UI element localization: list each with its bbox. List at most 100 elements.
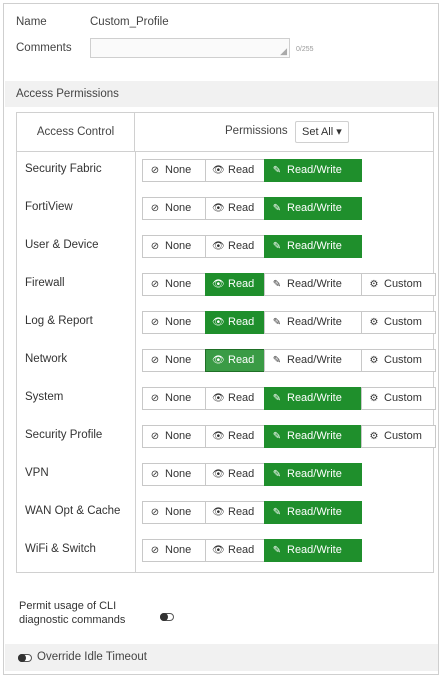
read-write-label: Read/Write xyxy=(287,506,342,518)
comments-char-counter: 0/255 xyxy=(296,46,314,53)
permission-row-label: VPN xyxy=(25,467,49,479)
eye-icon: 👁 xyxy=(212,431,225,442)
read-write-button[interactable]: ✎ Read/Write xyxy=(264,197,362,220)
override-idle-timeout-toggle[interactable] xyxy=(18,654,32,662)
eye-icon: 👁 xyxy=(212,165,225,176)
read-write-label: Read/Write xyxy=(287,468,342,480)
custom-button[interactable]: ⚙ Custom xyxy=(361,387,436,410)
pencil-icon: ✎ xyxy=(272,241,282,252)
custom-button[interactable]: ⚙ Custom xyxy=(361,349,436,372)
permission-row: System ⊘ None 👁 Read ✎ Read/Write ⚙ Custom xyxy=(17,380,436,418)
permission-row: WiFi & Switch ⊘ None 👁 Read ✎ Read/Write xyxy=(17,532,433,570)
read-button[interactable]: 👁 Read xyxy=(205,197,265,220)
read-button[interactable]: 👁 Read xyxy=(205,311,265,334)
pencil-icon: ✎ xyxy=(272,393,282,404)
none-button[interactable]: ⊘ None xyxy=(142,501,206,524)
none-button[interactable]: ⊘ None xyxy=(142,159,206,182)
eye-icon: 👁 xyxy=(212,393,225,404)
pencil-icon: ✎ xyxy=(272,203,282,214)
read-write-label: Read/Write xyxy=(287,164,342,176)
permission-row-label: FortiView xyxy=(25,201,73,213)
set-all-dropdown[interactable]: Set All ▾ xyxy=(295,121,349,143)
eye-icon: 👁 xyxy=(212,355,225,366)
no-entry-icon: ⊘ xyxy=(150,431,160,442)
permission-row: Security Profile ⊘ None 👁 Read ✎ Read/Write ⚙ Cu… xyxy=(17,418,436,456)
read-label: Read xyxy=(228,278,255,290)
custom-button[interactable]: ⚙ Custom xyxy=(361,311,436,334)
permission-row-label: Security Profile xyxy=(25,429,103,441)
read-button[interactable]: 👁 Read xyxy=(205,425,265,448)
gear-icon: ⚙ xyxy=(369,355,379,366)
gear-icon: ⚙ xyxy=(369,431,379,442)
permission-row: Security Fabric ⊘ None 👁 Read ✎ Read/Write xyxy=(17,152,433,190)
permission-row: WAN Opt & Cache ⊘ None 👁 Read ✎ Read/Write xyxy=(17,494,433,532)
cli-label-line-1: Permit usage of CLI xyxy=(19,600,117,612)
read-button[interactable]: 👁 Read xyxy=(205,463,265,486)
custom-button[interactable]: ⚙ Custom xyxy=(361,273,436,296)
read-write-label: Read/Write xyxy=(287,392,342,404)
read-write-button[interactable]: ✎ Read/Write xyxy=(264,159,362,182)
pencil-icon: ✎ xyxy=(272,545,282,556)
no-entry-icon: ⊘ xyxy=(150,165,160,176)
gear-icon: ⚙ xyxy=(369,393,379,404)
read-write-button[interactable]: ✎ Read/Write xyxy=(264,425,362,448)
none-button[interactable]: ⊘ None xyxy=(142,235,206,258)
read-write-button[interactable]: ✎ Read/Write xyxy=(264,273,362,296)
no-entry-icon: ⊘ xyxy=(150,279,160,290)
read-label: Read xyxy=(228,202,255,214)
eye-icon: 👁 xyxy=(212,507,225,518)
read-button[interactable]: 👁 Read xyxy=(205,273,265,296)
no-entry-icon: ⊘ xyxy=(150,393,160,404)
read-write-label: Read/Write xyxy=(287,430,342,442)
eye-icon: 👁 xyxy=(212,469,225,480)
none-button[interactable]: ⊘ None xyxy=(142,425,206,448)
read-write-label: Read/Write xyxy=(287,544,342,556)
resize-grip-icon[interactable]: ◢ xyxy=(280,46,287,56)
read-button[interactable]: 👁 Read xyxy=(205,501,265,524)
read-write-button[interactable]: ✎ Read/Write xyxy=(264,463,362,486)
cli-diagnostic-toggle[interactable] xyxy=(160,613,174,621)
read-label: Read xyxy=(228,164,255,176)
permission-row-label: Firewall xyxy=(25,277,65,289)
read-write-button[interactable]: ✎ Read/Write xyxy=(264,501,362,524)
none-button[interactable]: ⊘ None xyxy=(142,311,206,334)
comments-textarea[interactable]: ◢ xyxy=(90,38,290,58)
read-button[interactable]: 👁 Read xyxy=(205,235,265,258)
none-button[interactable]: ⊘ None xyxy=(142,273,206,296)
eye-icon: 👁 xyxy=(212,317,225,328)
none-button[interactable]: ⊘ None xyxy=(142,197,206,220)
name-value[interactable]: Custom_Profile xyxy=(90,16,169,28)
read-write-button[interactable]: ✎ Read/Write xyxy=(264,349,362,372)
permission-row: VPN ⊘ None 👁 Read ✎ Read/Write xyxy=(17,456,433,494)
cli-permission-label: Permit usage of CLI diagnostic commands xyxy=(19,599,125,627)
read-write-button[interactable]: ✎ Read/Write xyxy=(264,311,362,334)
read-button[interactable]: 👁 Read xyxy=(205,387,265,410)
none-button[interactable]: ⊘ None xyxy=(142,463,206,486)
none-button[interactable]: ⊘ None xyxy=(142,539,206,562)
permission-row-label: Log & Report xyxy=(25,315,93,327)
read-write-button[interactable]: ✎ Read/Write xyxy=(264,539,362,562)
no-entry-icon: ⊘ xyxy=(150,545,160,556)
no-entry-icon: ⊘ xyxy=(150,203,160,214)
none-label: None xyxy=(165,544,192,556)
read-write-label: Read/Write xyxy=(287,354,342,366)
none-label: None xyxy=(165,240,192,252)
permission-row-label: Security Fabric xyxy=(25,163,102,175)
read-button[interactable]: 👁 Read xyxy=(205,349,265,372)
permission-row: FortiView ⊘ None 👁 Read ✎ Read/Write xyxy=(17,190,433,228)
read-button[interactable]: 👁 Read xyxy=(205,539,265,562)
eye-icon: 👁 xyxy=(212,241,225,252)
no-entry-icon: ⊘ xyxy=(150,469,160,480)
none-button[interactable]: ⊘ None xyxy=(142,387,206,410)
read-label: Read xyxy=(228,506,255,518)
no-entry-icon: ⊘ xyxy=(150,317,160,328)
none-button[interactable]: ⊘ None xyxy=(142,349,206,372)
custom-button[interactable]: ⚙ Custom xyxy=(361,425,436,448)
read-button[interactable]: 👁 Read xyxy=(205,159,265,182)
read-write-button[interactable]: ✎ Read/Write xyxy=(264,235,362,258)
permission-button-group: ⊘ None 👁 Read ✎ Read/Write xyxy=(142,539,362,562)
read-write-button[interactable]: ✎ Read/Write xyxy=(264,387,362,410)
custom-label: Custom xyxy=(384,354,422,366)
permission-row-label: WAN Opt & Cache xyxy=(25,505,121,517)
read-write-label: Read/Write xyxy=(287,316,342,328)
